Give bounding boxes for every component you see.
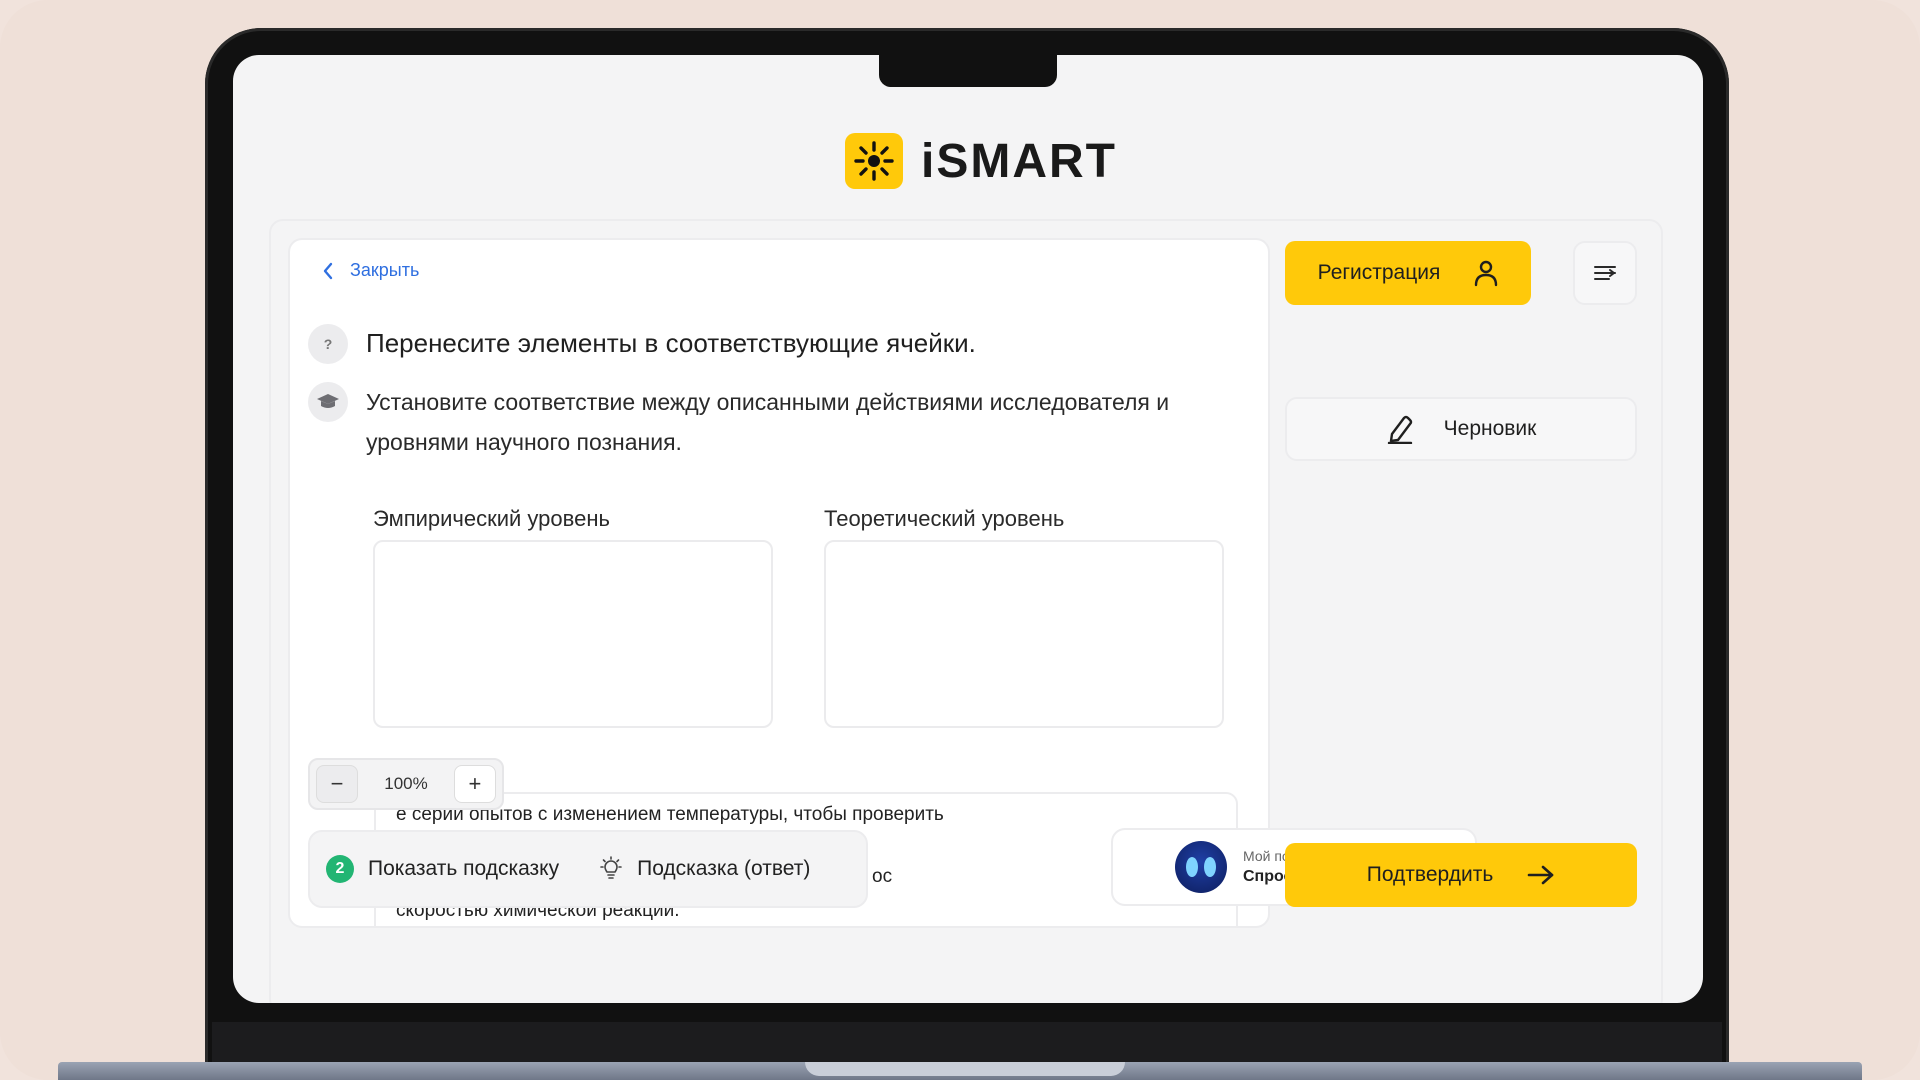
zoom-control: − 100% + (308, 758, 504, 810)
task-title-row: ? Перенесите элементы в соответствующие … (308, 324, 976, 364)
item-text-fragment: ос (872, 866, 893, 887)
user-icon (1475, 260, 1498, 287)
answer-hint-button[interactable]: Подсказка (ответ) (599, 856, 810, 882)
pencil-icon (1387, 415, 1412, 444)
zoom-in-button[interactable]: + (453, 765, 496, 803)
drop-zone-empirical[interactable] (373, 540, 773, 728)
laptop-chin (212, 1022, 1722, 1062)
arrow-right-icon (1527, 865, 1554, 885)
chevron-left-icon (323, 262, 333, 279)
laptop-base-notch (805, 1062, 1125, 1076)
task-card: Закрыть ? Перенесите элементы в соответс… (288, 238, 1270, 928)
task-description-row: Установите соответствие между описанными… (308, 382, 1246, 462)
answer-hint-label: Подсказка (ответ) (637, 857, 811, 880)
question-icon: ? (308, 324, 348, 364)
menu-button[interactable] (1573, 241, 1637, 305)
laptop-screen: iSMART Закрыть ? Перенесите элементы в с… (233, 55, 1703, 1003)
brand-name: iSMART (921, 134, 1117, 188)
hint-count-badge: 2 (326, 855, 354, 883)
show-hint-button[interactable]: 2 Показать подсказку (326, 855, 559, 883)
register-label: Регистрация (1317, 261, 1441, 284)
zoom-out-button[interactable]: − (316, 765, 358, 803)
brand-logo: iSMART (845, 133, 1117, 189)
graduation-cap-icon (308, 382, 348, 422)
confirm-label: Подтвердить (1366, 863, 1494, 886)
column-label-empirical: Эмпирический уровень (373, 506, 610, 531)
draft-button[interactable]: Черновик (1285, 397, 1637, 461)
task-title: Перенесите элементы в соответствующие яч… (366, 328, 976, 358)
show-hint-label: Показать подсказку (368, 857, 560, 880)
menu-icon (1594, 266, 1616, 280)
register-button[interactable]: Регистрация (1285, 241, 1531, 305)
confirm-button[interactable]: Подтвердить (1285, 843, 1637, 907)
column-label-theoretical: Теоретический уровень (824, 506, 1065, 531)
sun-icon (845, 133, 903, 189)
camera-notch (879, 55, 1057, 87)
close-label: Закрыть (350, 260, 420, 280)
assistant-avatar (1175, 841, 1227, 893)
close-link[interactable]: Закрыть (322, 260, 419, 281)
hint-bar: 2 Показать подсказку Подсказка (ответ) (308, 830, 868, 908)
zoom-level: 100% (384, 774, 428, 793)
drop-zone-theoretical[interactable] (824, 540, 1224, 728)
task-description: Установите соответствие между описанными… (366, 389, 1170, 455)
draft-label: Черновик (1443, 417, 1537, 440)
lightbulb-icon (600, 856, 622, 879)
